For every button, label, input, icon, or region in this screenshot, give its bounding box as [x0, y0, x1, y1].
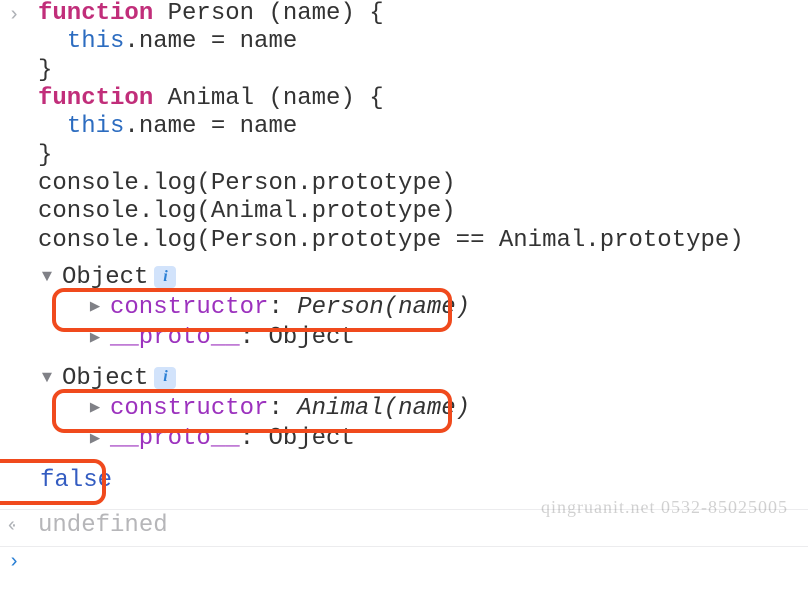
- property-row-constructor[interactable]: ▶ constructor: Person(name): [62, 293, 808, 323]
- object-label: Object: [62, 264, 148, 292]
- code-indent: [38, 28, 67, 55]
- console-output-object-1: ▼ Object i ▶ constructor: Person(name) ▶…: [0, 263, 808, 354]
- colon: :: [240, 324, 269, 351]
- property-value: Person(name): [297, 294, 470, 321]
- object-children: ▶ constructor: Person(name) ▶ __proto__:…: [38, 293, 808, 354]
- object-children: ▶ constructor: Animal(name) ▶ __proto__:…: [38, 394, 808, 455]
- code-text: console.log(Person.prototype): [38, 170, 456, 197]
- keyword-this: this: [67, 28, 125, 55]
- return-value: undefined: [38, 512, 168, 539]
- console-input-block: › function Person (name) { this.name = n…: [0, 0, 808, 255]
- code-text: .name = name: [124, 28, 297, 55]
- return-arrow-icon: ‹·: [8, 514, 28, 538]
- property-key: __proto__: [110, 324, 240, 351]
- property-key: __proto__: [110, 425, 240, 452]
- disclosure-triangle-right-icon[interactable]: ▶: [86, 298, 104, 318]
- info-badge-icon[interactable]: i: [154, 367, 176, 389]
- code-text: }: [38, 57, 52, 84]
- property-row-proto[interactable]: ▶ __proto__: Object: [62, 424, 808, 454]
- object-label: Object: [62, 365, 148, 393]
- property-key: constructor: [110, 395, 268, 422]
- console-prompt-row[interactable]: ›: [0, 546, 808, 576]
- info-badge-icon[interactable]: i: [154, 266, 176, 288]
- property-row-constructor[interactable]: ▶ constructor: Animal(name): [62, 394, 808, 424]
- property-key: constructor: [110, 294, 268, 321]
- code-text: .name = name: [124, 113, 297, 140]
- prompt-chevron-icon: ›: [8, 551, 28, 575]
- disclosure-triangle-right-icon[interactable]: ▶: [86, 430, 104, 450]
- console-output-object-2: ▼ Object i ▶ constructor: Animal(name) ▶…: [0, 364, 808, 455]
- keyword-function: function: [38, 85, 153, 112]
- code-text: console.log(Animal.prototype): [38, 198, 456, 225]
- object-header-row[interactable]: ▼ Object i: [38, 263, 808, 293]
- code-text: console.log(Person.prototype == Animal.p…: [38, 227, 744, 254]
- code-text: Animal (name) {: [153, 85, 383, 112]
- colon: :: [268, 395, 297, 422]
- boolean-value: false: [40, 467, 112, 494]
- disclosure-triangle-right-icon[interactable]: ▶: [86, 329, 104, 349]
- colon: :: [268, 294, 297, 321]
- code-indent: [38, 113, 67, 140]
- input-chevron-icon: ›: [8, 4, 28, 28]
- colon: :: [240, 425, 269, 452]
- disclosure-triangle-down-icon[interactable]: ▼: [38, 268, 56, 288]
- code-text: }: [38, 142, 52, 169]
- devtools-console: › function Person (name) { this.name = n…: [0, 0, 808, 598]
- object-header-row[interactable]: ▼ Object i: [38, 364, 808, 394]
- keyword-this: this: [67, 113, 125, 140]
- property-value: Object: [268, 425, 354, 452]
- disclosure-triangle-down-icon[interactable]: ▼: [38, 369, 56, 389]
- property-row-proto[interactable]: ▶ __proto__: Object: [62, 323, 808, 353]
- disclosure-triangle-right-icon[interactable]: ▶: [86, 399, 104, 419]
- property-value: Animal(name): [297, 395, 470, 422]
- watermark-text: qingruanit.net 0532-85025005: [541, 497, 788, 518]
- code-text: Person (name) {: [153, 0, 383, 27]
- property-value: Object: [268, 324, 354, 351]
- code-block: function Person (name) { this.name = nam…: [38, 0, 808, 255]
- keyword-function: function: [38, 0, 153, 27]
